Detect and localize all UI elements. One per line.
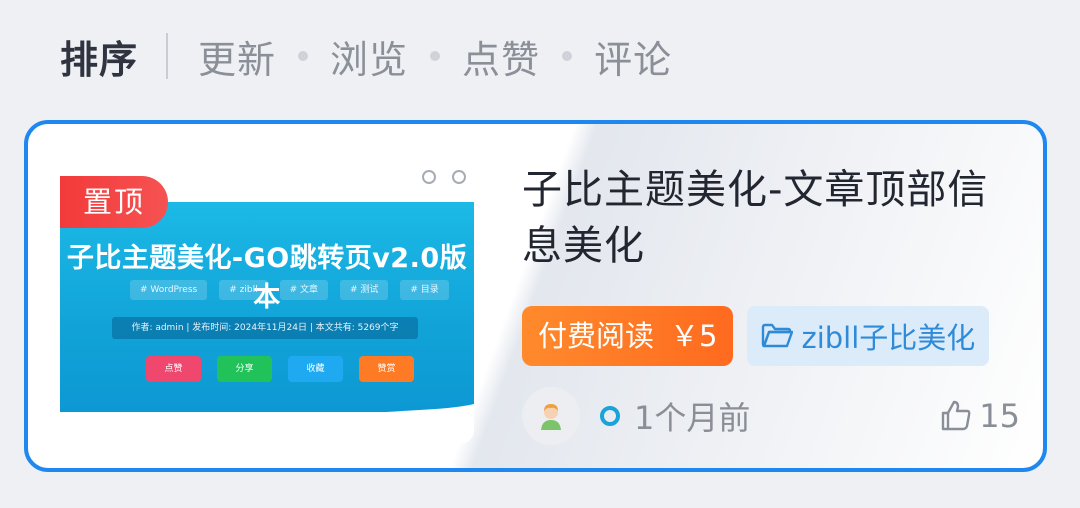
post-time: 1个月前 (634, 399, 751, 437)
thumbs-up-icon (942, 400, 971, 431)
thumbnail-tag: # WordPress (130, 280, 208, 300)
paid-read-badge: 付费阅读 ￥5 (522, 306, 734, 366)
thumbnail-share-button: 分享 (217, 356, 272, 382)
post-card[interactable]: 子比主题美化-GO跳转页v2.0版本 # WordPress # zibll #… (24, 120, 1047, 472)
thumbnail-search-icon (452, 170, 466, 184)
post-title[interactable]: 子比主题美化-文章顶部信息美化 (522, 162, 1012, 274)
sort-option-comments[interactable]: 评论 (594, 29, 672, 84)
category-label: zibll子比美化 (801, 321, 976, 355)
sort-label: 排序 (60, 37, 139, 82)
thumbnail-buttons: 点赞 分享 收藏 赞赏 (146, 356, 414, 382)
paid-read-price: ￥5 (670, 319, 718, 353)
post-thumbnail[interactable]: 子比主题美化-GO跳转页v2.0版本 # WordPress # zibll #… (60, 156, 474, 444)
sort-divider (166, 33, 169, 79)
sort-option-likes[interactable]: 点赞 (462, 29, 540, 84)
status-dot (600, 406, 620, 426)
sort-separator-dot (562, 51, 573, 61)
thumbnail-tag: # 目录 (400, 280, 449, 300)
sort-separator-dot (298, 51, 309, 61)
thumbnail-wave (60, 404, 474, 444)
sort-bar: 排序 更新 浏览 点赞 评论 (60, 30, 672, 82)
like-count: 15 (979, 397, 1020, 435)
paid-read-label: 付费阅读 (538, 319, 655, 353)
post-badges: 付费阅读 ￥5 zibll子比美化 (522, 306, 990, 366)
author-avatar[interactable] (522, 387, 580, 445)
pinned-badge: 置顶 (60, 176, 168, 228)
folder-icon (762, 323, 794, 348)
thumbnail-reward-button: 赞赏 (359, 356, 414, 382)
thumbnail-tags: # WordPress # zibll # 文章 # 测试 # 目录 (130, 280, 449, 300)
sort-option-update[interactable]: 更新 (198, 29, 276, 84)
thumbnail-tag: # 测试 (339, 280, 389, 300)
thumbnail-title: 子比主题美化-GO跳转页v2.0版本 (66, 243, 468, 313)
thumbnail-tag: # zibll (219, 280, 268, 300)
sort-separator-dot (430, 51, 441, 61)
thumbnail-favorite-button: 收藏 (288, 356, 343, 382)
category-badge[interactable]: zibll子比美化 (747, 306, 990, 366)
post-meta-row: 1个月前 15 (522, 386, 1020, 446)
sort-option-views[interactable]: 浏览 (330, 29, 408, 84)
thumbnail-meta: 作者: admin | 发布时间: 2024年11月24日 | 本文共有: 52… (112, 317, 418, 339)
like-control[interactable]: 15 (939, 397, 1020, 435)
thumbnail-user-icon (422, 170, 436, 184)
thumbnail-like-button: 点赞 (146, 356, 201, 382)
user-avatar-icon (541, 404, 561, 430)
thumbnail-tag: # 文章 (279, 280, 328, 300)
